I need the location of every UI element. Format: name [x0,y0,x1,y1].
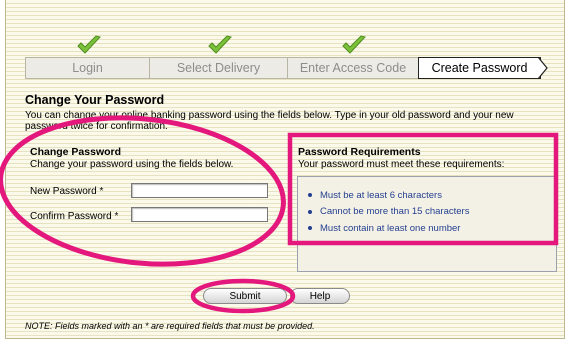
step-select-delivery: Select Delivery [149,35,288,79]
page-title: Change Your Password [25,93,165,107]
step-enter-access-code: Enter Access Code [287,35,419,79]
requirement-item: Must contain at least one number [308,220,469,237]
step-label: Login [72,61,103,75]
bullet-icon [308,226,312,231]
new-password-input[interactable] [131,183,268,198]
bullet-icon [308,193,312,198]
requirements-heading: Password Requirements [298,146,421,158]
intro-text: You can change your online banking passw… [25,110,514,132]
progress-steps: Login Select Delivery Enter Access Code … [25,35,548,79]
submit-button[interactable]: Submit [203,288,287,304]
checkmark-icon [342,35,366,54]
step-arrow-icon [538,57,548,79]
required-fields-note: NOTE: Fields marked with an * are requir… [25,321,315,331]
change-password-description: Change your password using the fields be… [30,159,234,170]
requirements-box: Must be at least 6 characters Cannot be … [297,176,557,272]
step-create-password: Create Password [418,57,548,79]
checkmark-icon [207,35,232,54]
bullet-icon [308,209,312,214]
change-password-heading: Change Password [30,146,122,158]
step-label: Create Password [431,61,528,75]
checkmark-icon [76,35,101,54]
requirement-item: Cannot be more than 15 characters [308,204,469,221]
requirements-list: Must be at least 6 characters Cannot be … [308,187,469,237]
confirm-password-label: Confirm Password * [30,211,119,222]
requirement-item: Must be at least 6 characters [308,187,469,204]
confirm-password-input[interactable] [131,207,268,222]
help-button[interactable]: Help [290,288,350,304]
requirements-description: Your password must meet these requiremen… [298,159,505,170]
step-label: Enter Access Code [299,61,407,75]
step-login: Login [25,35,150,79]
step-label: Select Delivery [176,61,261,75]
new-password-label: New Password * [30,186,104,197]
